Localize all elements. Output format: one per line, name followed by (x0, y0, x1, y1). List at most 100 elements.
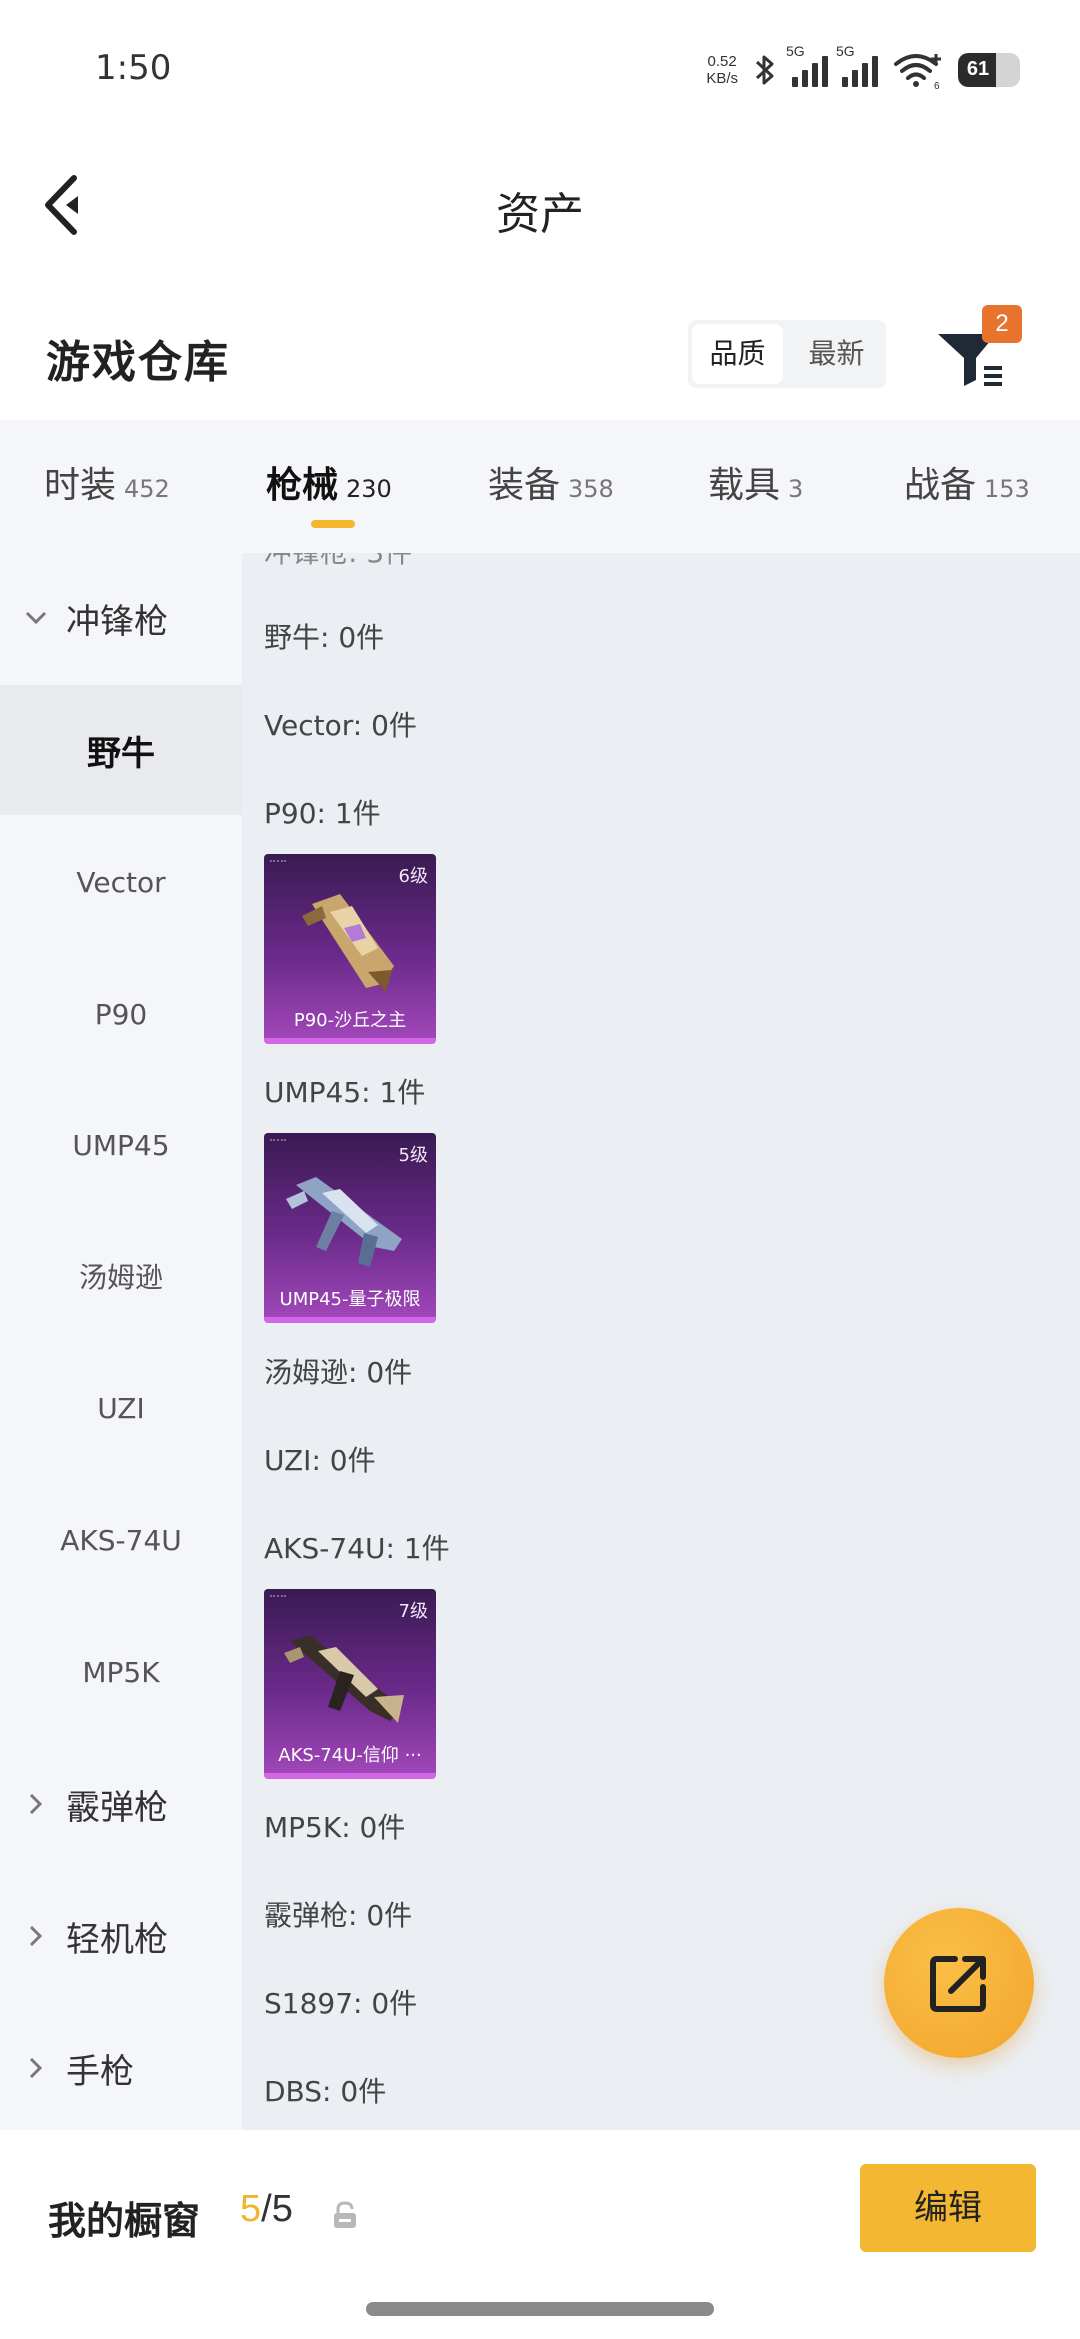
sidebar-item-thompson[interactable]: 汤姆逊 (0, 1211, 242, 1341)
p90-skin-image (302, 894, 394, 992)
showcase-label: 我的橱窗 (48, 2199, 201, 2243)
sidebar-group-label: 霰弹枪 (66, 1787, 168, 1828)
sidebar-item-ump45[interactable]: UMP45 (0, 1080, 242, 1210)
category-tabs: 时装 452 枪械 230 装备 358 载具 3 战备 153 (0, 420, 1080, 553)
edit-button[interactable]: 编辑 (860, 2164, 1036, 2252)
row-label-p90: P90: 1件 (264, 797, 381, 830)
sidebar-group-label: 轻机枪 (66, 1919, 168, 1960)
sort-newest-option[interactable]: 最新 (787, 320, 886, 388)
status-bar: 1:50 0.52 KB/s 5G 5G 6 61 (0, 0, 1080, 140)
battery-percent: 61 (966, 58, 990, 80)
page-header: 资产 (0, 140, 1080, 270)
weapon-inventory-list: 冲锋枪: 3件 野牛: 0件 Vector: 0件 P90: 1件 6级 P90… (242, 553, 1080, 2130)
tab-vehicles[interactable]: 载具 3 (708, 456, 803, 508)
tab-count: 153 (984, 475, 1030, 503)
skin-card-aks74u[interactable]: 7级 AKS-74U-信仰 ··· (264, 1589, 436, 1779)
sidebar-item-label: UZI (97, 1391, 145, 1425)
row-label-vector: Vector: 0件 (264, 709, 417, 742)
tab-fashion[interactable]: 时装 452 (44, 456, 170, 508)
section-title: 游戏仓库 (46, 337, 230, 388)
sidebar-item-label: AKS-74U (60, 1523, 182, 1557)
sidebar-item-uzi[interactable]: UZI (0, 1343, 242, 1473)
active-tab-indicator (311, 520, 355, 528)
filter-count-badge: 2 (982, 305, 1022, 343)
wifi-sub-label: 6 (934, 81, 940, 90)
chevron-down-icon (22, 604, 50, 632)
sidebar-group-pistol[interactable]: 手枪 (0, 2003, 242, 2130)
tab-count: 3 (788, 475, 804, 503)
ump45-skin-image (286, 1177, 402, 1267)
weapon-type-sidebar: 冲锋枪 野牛 Vector P90 UMP45 汤姆逊 UZI AKS-74U … (0, 553, 242, 2130)
partial-row-label: 冲锋枪: 3件 (264, 553, 412, 571)
row-label-uzi: UZI: 0件 (264, 1444, 376, 1477)
tab-label: 装备 (488, 465, 561, 506)
tab-count: 230 (346, 475, 392, 503)
chevron-right-icon (22, 1922, 50, 1950)
row-label-thompson: 汤姆逊: 0件 (264, 1356, 413, 1389)
tab-label: 枪械 (266, 465, 339, 506)
sidebar-item-label: Vector (76, 865, 166, 899)
signal-1-label: 5G (786, 43, 805, 59)
sidebar-item-label: UMP45 (72, 1128, 170, 1162)
bluetooth-icon (755, 55, 774, 85)
row-label-mp5k: MP5K: 0件 (264, 1811, 406, 1844)
net-speed: 0.52 KB/s (706, 53, 738, 87)
sidebar-item-label: 汤姆逊 (78, 1261, 163, 1294)
card-name: AKS-74U-信仰 ··· (278, 1745, 422, 1766)
page-title: 资产 (496, 189, 584, 240)
row-label-ump45: UMP45: 1件 (264, 1076, 426, 1109)
row-label-bison: 野牛: 0件 (264, 621, 385, 654)
row-label-aks74u: AKS-74U: 1件 (264, 1532, 450, 1565)
row-label-shotgun: 霰弹枪: 0件 (264, 1899, 413, 1932)
status-icons: 0.52 KB/s 5G 5G 6 61 (706, 43, 1020, 94)
showcase-count: 5/5 (240, 2188, 293, 2231)
tab-label: 时装 (44, 465, 117, 506)
share-button[interactable] (884, 1908, 1034, 2058)
showcase-current: 5 (240, 2188, 262, 2230)
signal-2-icon: 5G (836, 43, 878, 87)
sidebar-group-lmg[interactable]: 轻机枪 (0, 1871, 242, 2001)
sidebar-item-label: MP5K (82, 1655, 160, 1689)
sidebar-item-p90[interactable]: P90 (0, 949, 242, 1079)
tab-supplies[interactable]: 战备 153 (904, 456, 1030, 508)
skin-card-ump45[interactable]: 5级 UMP45-量子极限 (264, 1133, 436, 1323)
net-speed-unit: KB/s (706, 70, 738, 87)
sidebar-group-label: 冲锋枪 (66, 601, 168, 642)
tab-count: 358 (568, 475, 614, 503)
sidebar-item-aks74u[interactable]: AKS-74U (0, 1475, 242, 1605)
net-speed-value: 0.52 (707, 53, 737, 70)
sidebar-group-label: 手枪 (66, 2051, 134, 2092)
sidebar-group-smg[interactable]: 冲锋枪 (0, 553, 242, 683)
sidebar-group-shotgun[interactable]: 霰弹枪 (0, 1739, 242, 1869)
lock-icon (334, 2201, 356, 2228)
clock: 1:50 (95, 48, 172, 88)
sort-toggle[interactable]: 品质 最新 (688, 320, 886, 388)
signal-1-icon: 5G (786, 43, 828, 87)
showcase-total: /5 (261, 2188, 293, 2230)
aks74u-skin-image (284, 1635, 404, 1723)
sidebar-item-bison[interactable]: 野牛 (0, 685, 242, 815)
card-name: UMP45-量子极限 (279, 1289, 421, 1310)
sidebar-item-mp5k[interactable]: MP5K (0, 1607, 242, 1737)
tab-label: 战备 (904, 465, 977, 506)
tab-equipment[interactable]: 装备 358 (488, 456, 614, 508)
tab-firearms[interactable]: 枪械 230 (266, 456, 392, 508)
showcase-bar: 我的橱窗 5/5 编辑 (0, 2130, 1080, 2339)
battery-icon: 61 (958, 53, 1020, 87)
sort-quality-option[interactable]: 品质 (692, 324, 783, 384)
home-indicator[interactable] (366, 2302, 714, 2316)
tab-count: 452 (124, 475, 170, 503)
section-header: 游戏仓库 品质 最新 (0, 290, 1080, 420)
wifi-icon: 6 (894, 54, 941, 90)
share-external-icon (930, 1956, 986, 2012)
card-corner-decoration (270, 1139, 286, 1149)
skin-card-p90[interactable]: 6级 P90-沙丘之主 (264, 854, 436, 1044)
card-corner-decoration (270, 1595, 286, 1605)
card-name: P90-沙丘之主 (293, 1010, 407, 1031)
sidebar-item-label: 野牛 (87, 733, 155, 774)
chevron-right-icon (22, 2054, 50, 2082)
sidebar-item-vector[interactable]: Vector (0, 817, 242, 947)
row-label-s1897: S1897: 0件 (264, 1987, 418, 2020)
tab-label: 载具 (708, 465, 781, 506)
row-label-dbs: DBS: 0件 (264, 2075, 387, 2108)
